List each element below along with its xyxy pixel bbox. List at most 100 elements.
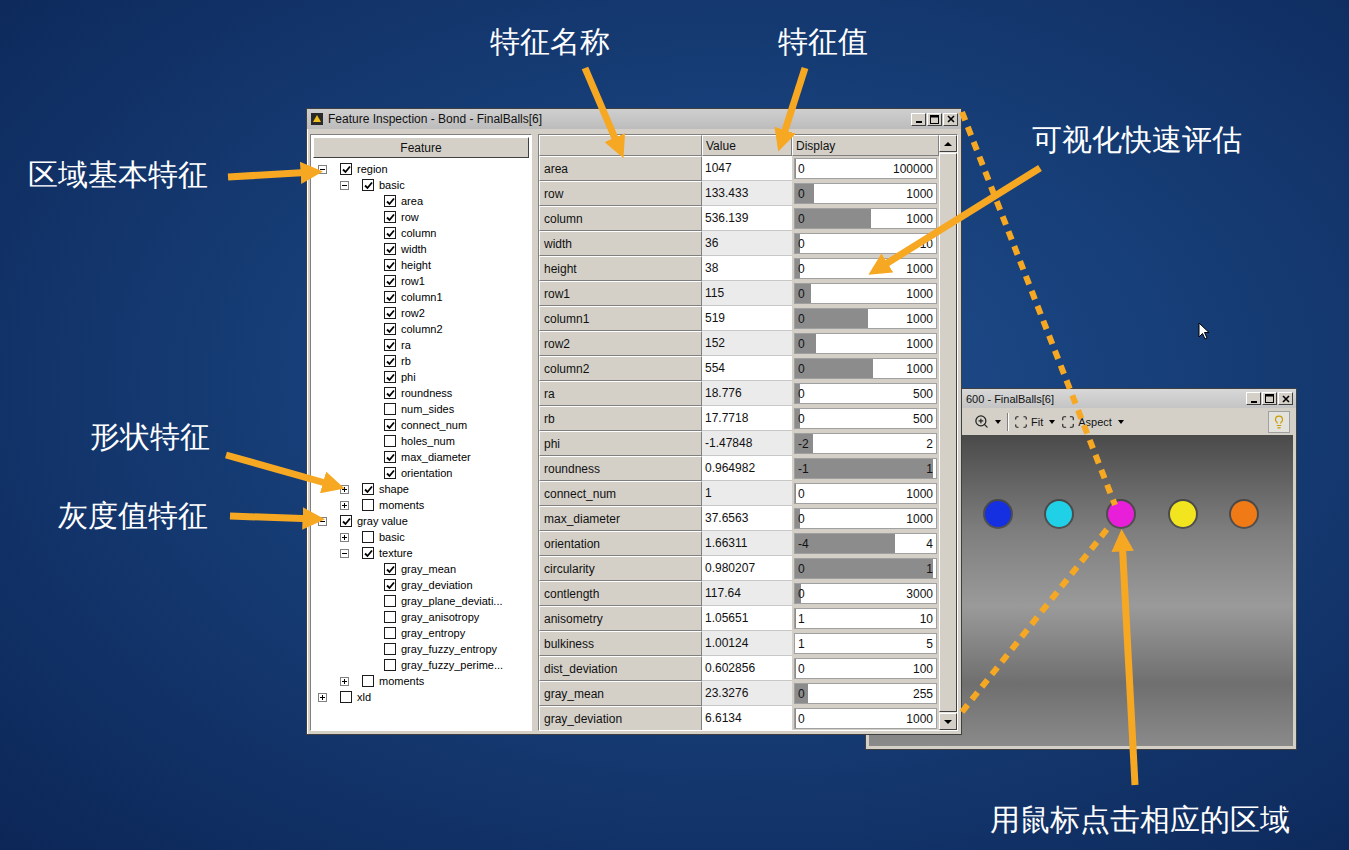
table-row[interactable]: rb17.77180500 [539, 406, 939, 431]
checkbox[interactable] [384, 419, 396, 431]
close-button[interactable] [1278, 392, 1293, 405]
tree-item[interactable]: gray_fuzzy_entropy [311, 641, 531, 657]
checkbox[interactable] [384, 643, 396, 655]
minimize-button[interactable] [1246, 392, 1261, 405]
scroll-up-button[interactable] [939, 135, 957, 152]
zoom-button[interactable] [974, 414, 1001, 429]
toolbar-button[interactable]: Aspect [1061, 415, 1124, 429]
checkbox[interactable] [362, 179, 374, 191]
expand-icon[interactable] [340, 501, 349, 510]
tree-item[interactable]: shape [311, 481, 531, 497]
tree-header[interactable]: Feature [313, 137, 529, 158]
checkbox[interactable] [362, 675, 374, 687]
scroll-thumb[interactable] [939, 153, 957, 712]
tree-item[interactable]: column [311, 225, 531, 241]
collapse-icon[interactable] [318, 517, 327, 526]
region-dot[interactable] [1108, 501, 1134, 527]
table-row[interactable]: column536.13901000 [539, 206, 939, 231]
tree-item[interactable]: phi [311, 369, 531, 385]
tree-item[interactable]: gray_mean [311, 561, 531, 577]
table-row[interactable]: connect_num101000 [539, 481, 939, 506]
table-row[interactable]: phi-1.47848-22 [539, 431, 939, 456]
checkbox[interactable] [384, 323, 396, 335]
checkbox[interactable] [362, 483, 374, 495]
region-dot[interactable] [1046, 501, 1072, 527]
region-dot[interactable] [1170, 501, 1196, 527]
checkbox[interactable] [384, 355, 396, 367]
checkbox[interactable] [384, 595, 396, 607]
maximize-button[interactable] [1262, 392, 1277, 405]
checkbox[interactable] [384, 611, 396, 623]
checkbox[interactable] [384, 259, 396, 271]
expand-icon[interactable] [340, 677, 349, 686]
checkbox[interactable] [384, 451, 396, 463]
collapse-icon[interactable] [340, 549, 349, 558]
checkbox[interactable] [384, 227, 396, 239]
table-row[interactable]: column255401000 [539, 356, 939, 381]
table-row[interactable]: circularity0.98020701 [539, 556, 939, 581]
checkbox[interactable] [362, 531, 374, 543]
table-row[interactable]: column151901000 [539, 306, 939, 331]
checkbox[interactable] [384, 659, 396, 671]
tree-item[interactable]: row [311, 209, 531, 225]
expand-icon[interactable] [340, 485, 349, 494]
tree-item[interactable]: column1 [311, 289, 531, 305]
tree-item[interactable]: row1 [311, 273, 531, 289]
tree-item[interactable]: area [311, 193, 531, 209]
tree-item[interactable]: rb [311, 353, 531, 369]
checkbox[interactable] [340, 691, 352, 703]
table-row[interactable]: bulkiness1.0012415 [539, 631, 939, 656]
table-row[interactable]: area10470100000 [539, 156, 939, 181]
table-row[interactable]: contlength117.6403000 [539, 581, 939, 606]
tree-item[interactable]: region [311, 161, 531, 177]
table-row[interactable]: row111501000 [539, 281, 939, 306]
close-button[interactable] [943, 113, 958, 126]
table-row[interactable]: gray_mean23.32760255 [539, 681, 939, 706]
tree-item[interactable]: gray_anisotropy [311, 609, 531, 625]
checkbox[interactable] [384, 371, 396, 383]
tree-item[interactable]: gray_entropy [311, 625, 531, 641]
checkbox[interactable] [384, 467, 396, 479]
checkbox[interactable] [384, 403, 396, 415]
table-row[interactable]: row215201000 [539, 331, 939, 356]
checkbox[interactable] [384, 243, 396, 255]
table-row[interactable]: orientation1.66311-44 [539, 531, 939, 556]
tree-item[interactable]: xld [311, 689, 531, 705]
table-row[interactable]: width36010 [539, 231, 939, 256]
collapse-icon[interactable] [340, 181, 349, 190]
checkbox[interactable] [384, 435, 396, 447]
tree-item[interactable]: gray_deviation [311, 577, 531, 593]
tree-item[interactable]: gray_plane_deviati... [311, 593, 531, 609]
checkbox[interactable] [362, 499, 374, 511]
tree-item[interactable]: height [311, 257, 531, 273]
tree-item[interactable]: orientation [311, 465, 531, 481]
tree-item[interactable]: ra [311, 337, 531, 353]
tree-item[interactable]: max_diameter [311, 449, 531, 465]
checkbox[interactable] [384, 627, 396, 639]
header-cell[interactable]: Display [792, 135, 939, 156]
expand-icon[interactable] [318, 693, 327, 702]
bulb-button[interactable] [1268, 411, 1290, 433]
tree-item[interactable]: connect_num [311, 417, 531, 433]
tree-item[interactable]: moments [311, 497, 531, 513]
checkbox[interactable] [384, 211, 396, 223]
checkbox[interactable] [384, 307, 396, 319]
checkbox[interactable] [384, 579, 396, 591]
scroll-down-button[interactable] [939, 713, 957, 730]
checkbox[interactable] [384, 563, 396, 575]
table-row[interactable]: roundness0.964982-11 [539, 456, 939, 481]
maximize-button[interactable] [927, 113, 942, 126]
tree-item[interactable]: column2 [311, 321, 531, 337]
table-row[interactable]: max_diameter37.656301000 [539, 506, 939, 531]
checkbox[interactable] [340, 163, 352, 175]
tree-item[interactable]: basic [311, 177, 531, 193]
tree-item[interactable]: moments [311, 673, 531, 689]
header-cell[interactable]: Value [702, 135, 792, 156]
region-dot[interactable] [1231, 501, 1257, 527]
checkbox[interactable] [384, 291, 396, 303]
checkbox[interactable] [384, 387, 396, 399]
table-row[interactable]: anisometry1.05651110 [539, 606, 939, 631]
checkbox[interactable] [340, 515, 352, 527]
table-row[interactable]: ra18.7760500 [539, 381, 939, 406]
tree-item[interactable]: texture [311, 545, 531, 561]
